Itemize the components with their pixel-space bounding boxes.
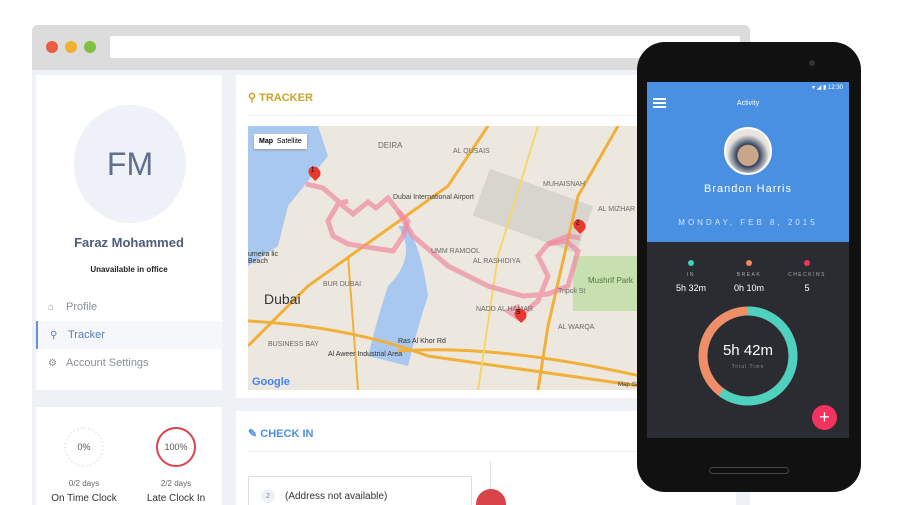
checkin-title-text: CHECK IN <box>260 428 314 440</box>
map-label: DEIRA <box>378 141 403 150</box>
map-label: UMM RAMOOL <box>431 248 480 255</box>
map-data-credit: Map da <box>617 382 638 388</box>
map-label: AL RASHIDIYA <box>473 258 521 265</box>
map-pin-icon: ⚲ <box>248 92 260 104</box>
nav-account-settings[interactable]: ⚙ Account Settings <box>36 349 222 377</box>
map-type-satellite[interactable]: Satellite <box>277 138 302 145</box>
on-time-gauge: 0% <box>64 427 104 467</box>
map-label: BUR DUBAI <box>323 281 362 288</box>
timeline-badge <box>476 489 506 505</box>
road <box>397 348 640 378</box>
nav-label: Tracker <box>68 329 105 341</box>
break-dot <box>746 260 752 266</box>
date: MONDAY, FEB 8, 2015 <box>678 218 818 227</box>
map-label: Al Aweer Industrial Area <box>328 351 403 358</box>
road <box>347 255 359 390</box>
google-logo: Google <box>252 376 290 388</box>
phone: ▾ ◢ ▮ 12:30 Activity Brandon Harris MOND… <box>637 42 861 492</box>
late-gauge: 100% <box>156 427 196 467</box>
user-name: Brandon Harris <box>704 183 792 195</box>
map-label: Dubai <box>264 291 301 307</box>
stat-label: IN <box>687 272 695 278</box>
phone-screen: ▾ ◢ ▮ 12:30 Activity Brandon Harris MOND… <box>647 82 849 438</box>
stat-value: 0h 10m <box>733 283 765 293</box>
total-time: 5h 42m <box>722 342 774 359</box>
map-type-map[interactable]: Map <box>259 138 273 145</box>
tracker-title: ⚲ TRACKER <box>248 91 313 104</box>
stat-value: 5 <box>804 283 810 293</box>
stat-break: BREAK 0h 10m <box>719 260 779 293</box>
stat-label: BREAK <box>736 272 762 278</box>
camera <box>809 60 815 66</box>
stats-card: 0% 0/2 days On Time Clock 100% 2/2 days … <box>36 407 222 505</box>
nav-tracker[interactable]: ⚲ Tracker <box>36 321 222 349</box>
profile-card: FM Faraz Mohammed Unavailable in office … <box>36 75 222 390</box>
total-time-label: Total Time <box>731 364 765 370</box>
add-button[interactable]: + <box>812 405 837 430</box>
map-label: umeira lic Beach <box>248 251 278 265</box>
clock: 12:30 <box>827 85 843 91</box>
speaker-grille <box>709 467 789 474</box>
pushpin-icon: ✎ <box>248 428 261 440</box>
close-dot[interactable] <box>46 41 58 53</box>
map-label: AL QUSAIS <box>453 148 490 155</box>
nav-label: Account Settings <box>66 357 149 369</box>
map-label: Mushrif Park <box>588 276 633 285</box>
map-label: BUSINESS BAY <box>268 341 319 348</box>
status-bar: ▾ ◢ ▮ 12:30 <box>812 84 843 91</box>
map[interactable]: Map Satellite DEIRA Dubai International … <box>248 126 640 390</box>
map-label: AL MIZHAR <box>598 206 636 213</box>
home-icon: ⌂ <box>48 301 55 313</box>
on-time-label: On Time Clock <box>51 493 117 504</box>
nav-label: Profile <box>66 301 98 313</box>
map-label: Dubai International Airport <box>393 194 474 201</box>
stat-in: IN 5h 32m <box>661 260 721 293</box>
activity-header: ▾ ◢ ▮ 12:30 Activity Brandon Harris MOND… <box>647 82 849 242</box>
maximize-dot[interactable] <box>84 41 96 53</box>
user-status: Unavailable in office <box>90 265 168 274</box>
map-type-control: Map Satellite <box>254 134 307 149</box>
screen-title: Activity <box>736 100 760 107</box>
stat-checkins: CHECKINS 5 <box>777 260 837 293</box>
user-avatar <box>724 127 772 175</box>
marker-label: 1 <box>310 166 315 174</box>
map-label: Tripoli St <box>558 288 586 295</box>
marker-label: 2 <box>575 219 580 227</box>
map-label: AL WARQA <box>558 324 595 331</box>
stat-label: CHECKINS <box>788 272 826 278</box>
late-days: 2/2 days <box>160 479 192 488</box>
gear-icon: ⚙ <box>48 357 57 369</box>
tracker-title-text: TRACKER <box>259 92 313 104</box>
map-graphics <box>248 126 640 390</box>
map-pin-icon: ⚲ <box>50 329 58 341</box>
map-label: Ras Al Khor Rd <box>398 338 446 345</box>
map-label: MUHAISNAH <box>543 181 586 188</box>
stat-value: 5h 32m <box>675 283 707 293</box>
avatar: FM <box>74 105 186 223</box>
in-dot <box>688 260 694 266</box>
marker-label: S <box>516 308 521 316</box>
wifi-icon: ▾ ◢ ▮ <box>812 85 828 91</box>
nav-profile[interactable]: ⌂ Profile <box>36 293 222 321</box>
on-time-days: 0/2 days <box>68 479 100 488</box>
entry-number: 2 <box>261 489 275 503</box>
checkin-title: ✎ CHECK IN <box>248 427 313 440</box>
minimize-dot[interactable] <box>65 41 77 53</box>
checkins-dot <box>804 260 810 266</box>
checkin-entry[interactable]: 2 (Address not available) <box>248 476 472 505</box>
late-label: Late Clock In <box>146 493 206 504</box>
user-name: Faraz Mohammed <box>74 235 184 250</box>
